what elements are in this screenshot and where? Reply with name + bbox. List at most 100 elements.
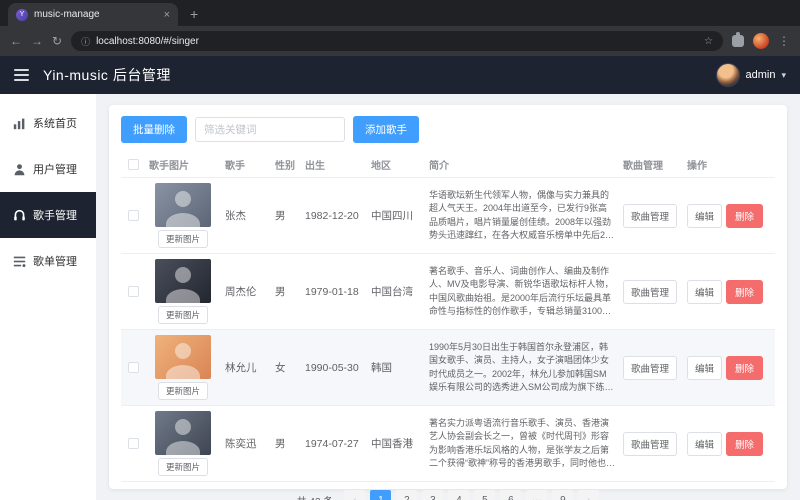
page-button-9[interactable]: 9 [552,490,574,500]
page-button-3[interactable]: 3 [422,490,444,500]
page-button-4[interactable]: 4 [448,490,470,500]
browser-address-bar: ← → ↻ ⓘ localhost:8080/#/singer ☆ ⋮ [0,26,800,56]
chevron-down-icon: ▾ [781,69,786,80]
singers-table: 歌手图片 歌手 性别 出生 地区 简介 歌曲管理 操作 更新图片 张杰 男 19… [121,152,775,482]
table-row: 更新图片 张杰 男 1982-12-20 中国四川 华语歌坛新生代领军人物，偶像… [121,177,775,254]
singer-name: 陈奕迅 [221,405,271,482]
row-checkbox[interactable] [127,210,139,222]
singer-photo [155,335,211,379]
back-icon[interactable]: ← [10,35,22,47]
new-tab-button[interactable]: + [190,6,198,22]
tab-close-icon[interactable]: × [164,9,170,21]
singer-birth: 1974-07-27 [301,405,367,482]
song-manage-button[interactable]: 歌曲管理 [623,431,678,456]
forward-icon[interactable]: → [31,35,43,47]
prev-page-button[interactable]: ‹ [344,490,366,500]
singer-gender: 男 [271,253,301,330]
site-info-icon[interactable]: ⓘ [81,35,90,48]
singer-birth: 1982-12-20 [301,177,367,254]
browser-tab-strip: Y music-manage × + [0,0,800,26]
singer-bio: 1990年5月30日出生于韩国首尔永登浦区，韩国女歌手、演员、主持人，女子演唱团… [429,342,614,392]
pagination: 共 42 条 ‹ 1 2 3 4 5 6 ··· 9 › [121,482,775,500]
update-image-button[interactable]: 更新图片 [157,230,208,248]
user-name: admin [745,69,776,81]
song-manage-button[interactable]: 歌曲管理 [623,203,678,228]
singer-management-card: 批量删除 添加歌手 歌手图片 歌手 性别 出生 地区 简介 歌曲管理 操作 [109,105,787,500]
main-content: 批量删除 添加歌手 歌手图片 歌手 性别 出生 地区 简介 歌曲管理 操作 [96,94,800,500]
page-button-6[interactable]: 6 [500,490,522,500]
next-page-button[interactable]: › [578,490,600,500]
user-menu[interactable]: admin ▾ [715,63,786,87]
url-text: localhost:8080/#/singer [96,35,199,47]
add-singer-button[interactable]: 添加歌手 [353,116,419,143]
column-header-song-manage: 歌曲管理 [619,152,683,178]
user-icon [14,163,25,175]
browser-profile-avatar[interactable] [753,33,769,49]
singer-photo [155,259,211,303]
more-pages-button[interactable]: ··· [526,490,548,500]
sidebar-item-label: 用户管理 [33,164,77,176]
table-row: 更新图片 周杰伦 男 1979-01-18 中国台湾 著名歌手、音乐人、词曲创作… [121,253,775,330]
toolbar: 批量删除 添加歌手 [121,116,775,143]
edit-button[interactable]: 编辑 [687,279,723,304]
column-header-birth: 出生 [301,152,367,178]
singer-region: 中国香港 [367,405,425,482]
singer-gender: 男 [271,177,301,254]
song-manage-button[interactable]: 歌曲管理 [623,355,678,380]
song-manage-button[interactable]: 歌曲管理 [623,279,678,304]
sidebar-item-label: 歌单管理 [33,256,77,268]
batch-delete-button[interactable]: 批量删除 [121,116,187,143]
sidebar-item-label: 歌手管理 [33,210,77,222]
extensions-icon[interactable] [732,32,744,47]
delete-button[interactable]: 删除 [726,355,764,380]
row-checkbox[interactable] [127,438,139,450]
singer-name: 张杰 [221,177,271,254]
page-button-1[interactable]: 1 [370,490,392,500]
browser-tab[interactable]: Y music-manage × [8,3,178,26]
singer-gender: 男 [271,405,301,482]
table-row: 更新图片 陈奕迅 男 1974-07-27 中国香港 著名实力派粤语流行音乐歌手… [121,405,775,482]
dashboard-icon [13,118,25,129]
column-header-gender: 性别 [271,152,301,178]
column-header-image: 歌手图片 [145,152,221,178]
filter-keyword-input[interactable] [195,117,345,142]
sidebar-item-users[interactable]: 用户管理 [0,146,96,192]
tab-favicon-icon: Y [16,8,28,21]
url-bar[interactable]: ⓘ localhost:8080/#/singer ☆ [71,31,723,51]
sidebar-item-label: 系统首页 [33,118,77,130]
delete-button[interactable]: 删除 [726,279,764,304]
table-header-row: 歌手图片 歌手 性别 出生 地区 简介 歌曲管理 操作 [121,152,775,178]
row-checkbox[interactable] [127,286,139,298]
sidebar-item-playlists[interactable]: 歌单管理 [0,238,96,284]
singer-name: 林允儿 [221,329,271,406]
column-header-operations: 操作 [683,152,775,178]
hamburger-menu-icon[interactable] [14,66,29,84]
delete-button[interactable]: 删除 [726,203,764,228]
edit-button[interactable]: 编辑 [687,203,723,228]
sidebar-item-singers[interactable]: 歌手管理 [0,192,96,238]
update-image-button[interactable]: 更新图片 [157,458,208,476]
page-button-5[interactable]: 5 [474,490,496,500]
singer-bio: 著名歌手、音乐人、词曲创作人、编曲及制作人、MV及电影导演、新锐华语歌坛标杆人物… [429,266,614,316]
update-image-button[interactable]: 更新图片 [157,306,208,324]
edit-button[interactable]: 编辑 [687,431,723,456]
singer-photo [155,183,211,227]
page-button-2[interactable]: 2 [396,490,418,500]
singer-birth: 1979-01-18 [301,253,367,330]
user-avatar [715,63,740,87]
update-image-button[interactable]: 更新图片 [157,382,208,400]
column-header-region: 地区 [367,152,425,178]
sidebar: 系统首页 用户管理 歌手管理 歌单管理 [0,94,96,500]
sidebar-item-home[interactable]: 系统首页 [0,100,96,146]
browser-menu-icon[interactable]: ⋮ [778,35,790,47]
bookmark-star-icon[interactable]: ☆ [704,36,713,47]
singer-bio: 华语歌坛新生代领军人物，偶像与实力兼具的超人气天王。2004年出道至今，已发行9… [429,190,612,240]
pagination-total: 共 42 条 [297,493,334,500]
select-all-checkbox[interactable] [127,158,139,170]
row-checkbox[interactable] [127,362,139,374]
app-header: Yin-music 后台管理 admin ▾ [0,56,800,94]
delete-button[interactable]: 删除 [726,431,764,456]
singer-name: 周杰伦 [221,253,271,330]
edit-button[interactable]: 编辑 [687,355,723,380]
reload-icon[interactable]: ↻ [52,35,62,47]
